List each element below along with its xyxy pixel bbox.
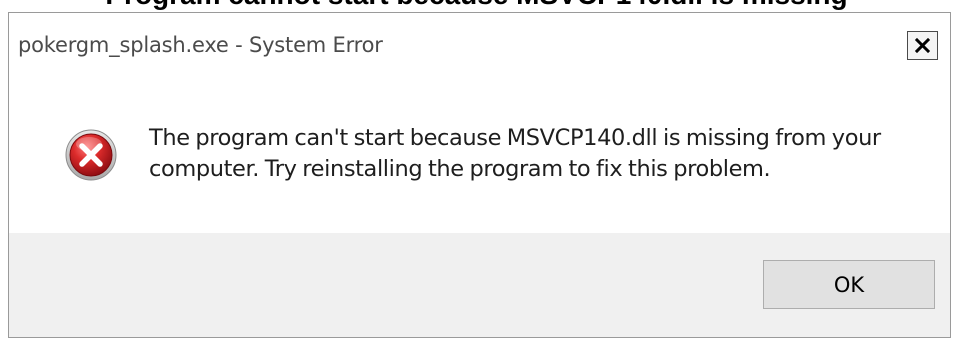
system-error-dialog: pokergm_splash.exe - System Error The pr… — [8, 12, 951, 338]
dialog-footer: OK — [9, 233, 950, 337]
page-heading-strip: Program cannot start because MSVCP140.dl… — [0, 0, 953, 12]
close-icon — [915, 38, 930, 53]
close-button[interactable] — [907, 31, 938, 60]
title-bar[interactable]: pokergm_splash.exe - System Error — [9, 13, 950, 75]
page: Program cannot start because MSVCP140.dl… — [0, 0, 953, 340]
error-icon — [65, 129, 117, 181]
dialog-title: pokergm_splash.exe - System Error — [18, 33, 383, 57]
ok-button[interactable]: OK — [763, 260, 935, 309]
error-message: The program can't start because MSVCP140… — [149, 125, 881, 182]
page-heading: Program cannot start because MSVCP140.dl… — [0, 0, 953, 10]
dialog-content: The program can't start because MSVCP140… — [9, 75, 950, 233]
